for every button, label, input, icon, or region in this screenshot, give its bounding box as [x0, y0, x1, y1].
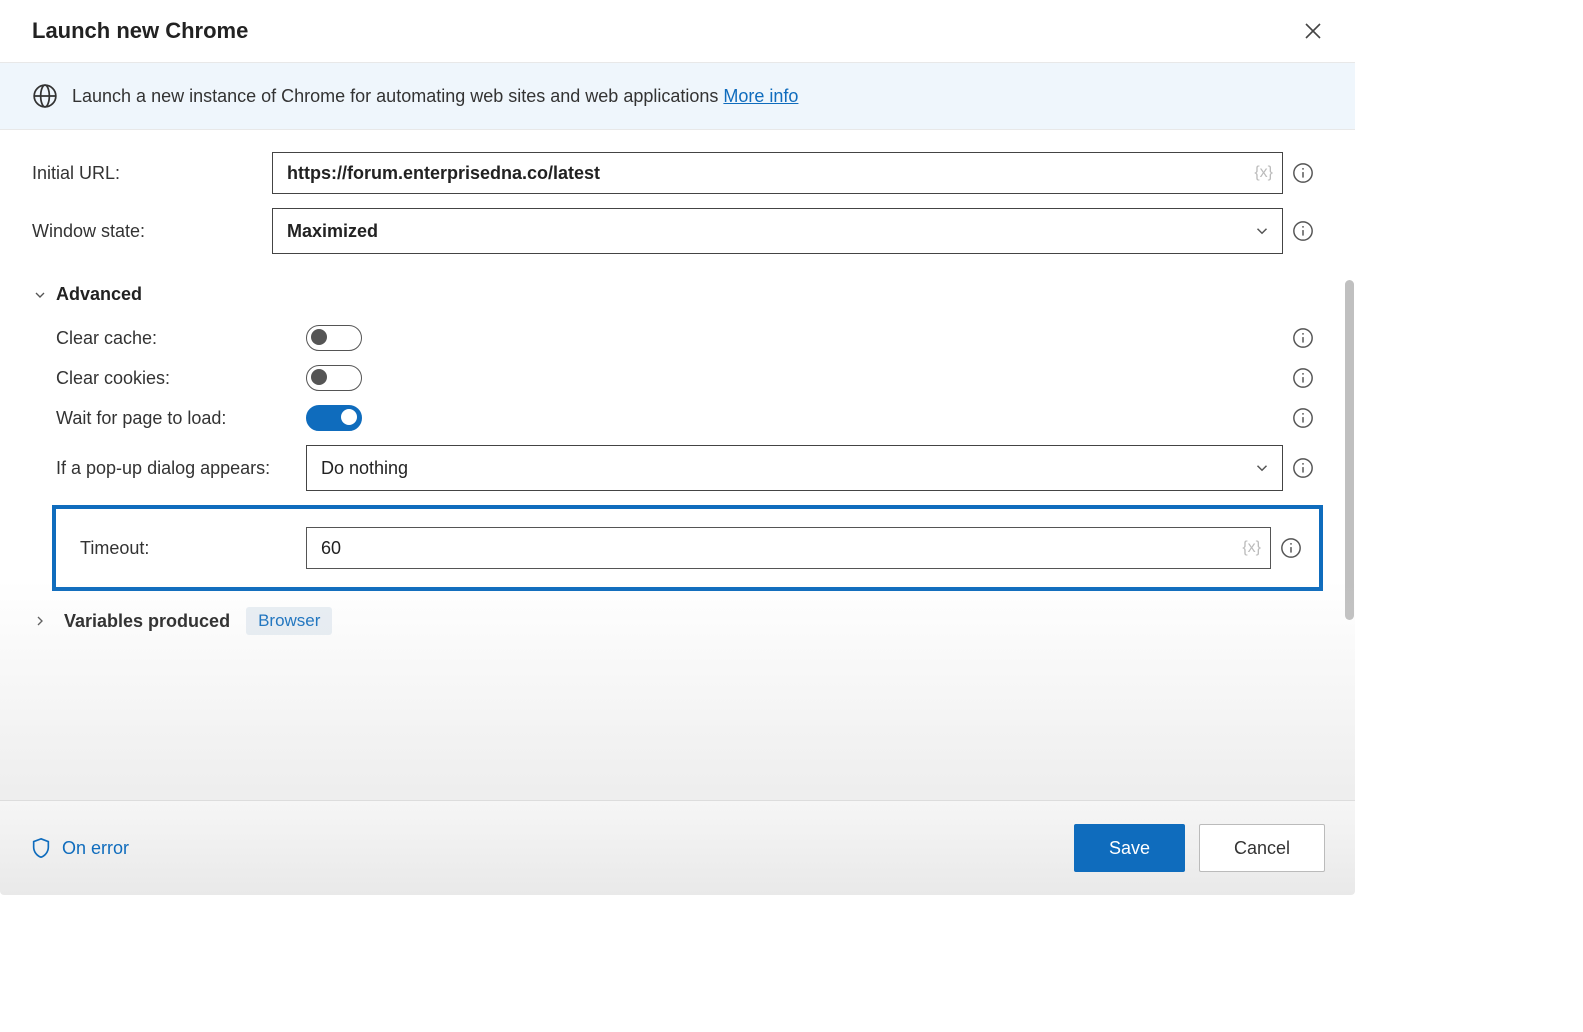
clear-cache-toggle[interactable] — [306, 325, 362, 351]
close-button[interactable] — [1296, 18, 1330, 44]
on-error-label: On error — [62, 838, 129, 859]
launch-chrome-dialog: Launch new Chrome Launch a new instance … — [0, 0, 1355, 895]
popup-dialog-value: Do nothing — [321, 458, 408, 479]
dialog-footer: On error Save Cancel — [0, 800, 1355, 895]
scrollbar[interactable] — [1343, 130, 1355, 790]
more-info-link[interactable]: More info — [723, 86, 798, 106]
label-window-state: Window state: — [32, 221, 272, 242]
label-timeout: Timeout: — [80, 538, 306, 559]
info-banner-text: Launch a new instance of Chrome for auto… — [72, 86, 798, 107]
advanced-section-body: Clear cache: Clear cookies: — [32, 325, 1323, 591]
label-clear-cache: Clear cache: — [56, 328, 306, 349]
row-window-state: Window state: Maximized — [32, 208, 1323, 254]
chevron-right-icon — [32, 613, 48, 629]
shield-icon — [30, 837, 52, 859]
row-initial-url: Initial URL: {x} — [32, 152, 1323, 194]
label-wait-for-page: Wait for page to load: — [56, 408, 306, 429]
window-state-value: Maximized — [287, 221, 378, 242]
on-error-button[interactable]: On error — [30, 837, 129, 859]
info-icon[interactable] — [1292, 367, 1314, 389]
row-clear-cookies: Clear cookies: — [56, 365, 1323, 391]
info-icon[interactable] — [1292, 327, 1314, 349]
dialog-body: Initial URL: {x} Window state: Maximized — [0, 130, 1355, 790]
footer-buttons: Save Cancel — [1074, 824, 1325, 872]
cancel-button[interactable]: Cancel — [1199, 824, 1325, 872]
info-icon[interactable] — [1292, 162, 1314, 184]
initial-url-input[interactable] — [272, 152, 1283, 194]
popup-dialog-select[interactable]: Do nothing — [306, 445, 1283, 491]
clear-cookies-toggle[interactable] — [306, 365, 362, 391]
save-button[interactable]: Save — [1074, 824, 1185, 872]
advanced-section-toggle[interactable]: Advanced — [32, 284, 1323, 305]
label-popup-dialog: If a pop-up dialog appears: — [56, 458, 306, 479]
info-icon[interactable] — [1292, 220, 1314, 242]
row-timeout: Timeout: {x} — [80, 527, 1311, 569]
variable-chip-browser[interactable]: Browser — [246, 607, 332, 635]
info-icon[interactable] — [1292, 407, 1314, 429]
row-clear-cache: Clear cache: — [56, 325, 1323, 351]
timeout-highlight: Timeout: {x} — [52, 505, 1323, 591]
globe-icon — [32, 83, 58, 109]
row-wait-for-page: Wait for page to load: — [56, 405, 1323, 431]
label-initial-url: Initial URL: — [32, 163, 272, 184]
close-icon — [1304, 22, 1322, 40]
chevron-down-icon — [32, 287, 48, 303]
dialog-titlebar: Launch new Chrome — [0, 0, 1355, 62]
wait-for-page-toggle[interactable] — [306, 405, 362, 431]
info-banner: Launch a new instance of Chrome for auto… — [0, 62, 1355, 130]
advanced-section-label: Advanced — [56, 284, 142, 305]
variables-produced-label: Variables produced — [64, 611, 230, 632]
info-icon[interactable] — [1280, 537, 1302, 559]
form-area: Initial URL: {x} Window state: Maximized — [0, 130, 1355, 655]
scrollbar-thumb[interactable] — [1345, 280, 1354, 620]
info-banner-desc: Launch a new instance of Chrome for auto… — [72, 86, 723, 106]
info-icon[interactable] — [1292, 457, 1314, 479]
timeout-input[interactable] — [306, 527, 1271, 569]
label-clear-cookies: Clear cookies: — [56, 368, 306, 389]
dialog-title: Launch new Chrome — [32, 18, 248, 44]
window-state-select[interactable]: Maximized — [272, 208, 1283, 254]
variables-produced-section[interactable]: Variables produced Browser — [32, 607, 1323, 635]
row-popup-dialog: If a pop-up dialog appears: Do nothing — [56, 445, 1323, 491]
